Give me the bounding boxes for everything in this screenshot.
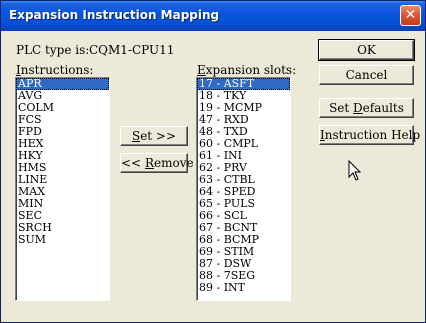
title-bar[interactable]: Expansion Instruction Mapping ✕ <box>1 1 425 31</box>
instructions-label: Instructions: <box>16 63 94 77</box>
set-defaults-button[interactable]: Set Defaults <box>319 98 414 118</box>
cancel-button[interactable]: Cancel <box>319 65 414 85</box>
instruction-help-button[interactable]: Instruction Help <box>319 125 420 145</box>
ok-button[interactable]: OK <box>318 39 415 61</box>
close-icon: ✕ <box>404 7 417 23</box>
plc-type-value: CQM1-CPU11 <box>89 43 175 57</box>
list-item[interactable]: SUM <box>16 234 109 246</box>
window-title: Expansion Instruction Mapping <box>9 8 220 22</box>
mouse-pointer-icon <box>348 160 362 181</box>
plc-type-label: PLC type is: <box>16 43 90 57</box>
dialog-window: Expansion Instruction Mapping ✕ PLC type… <box>0 0 426 323</box>
list-item[interactable]: 89 - INT <box>197 282 290 294</box>
close-button[interactable]: ✕ <box>400 5 421 26</box>
remove-button[interactable]: << Remove <box>120 153 194 173</box>
set-button[interactable]: Set >> <box>120 126 188 146</box>
expansion-slots-listbox[interactable]: 17 - ASFT 18 - TKY 19 - MCMP 47 - RXD 48 - T… <box>196 77 291 301</box>
expansion-slots-label: Expansion slots: <box>197 63 297 77</box>
instructions-listbox[interactable]: APR AVG COLM FCS FPD HEX HKY HMS LINE MAX MIN SEC SR… <box>15 77 110 301</box>
